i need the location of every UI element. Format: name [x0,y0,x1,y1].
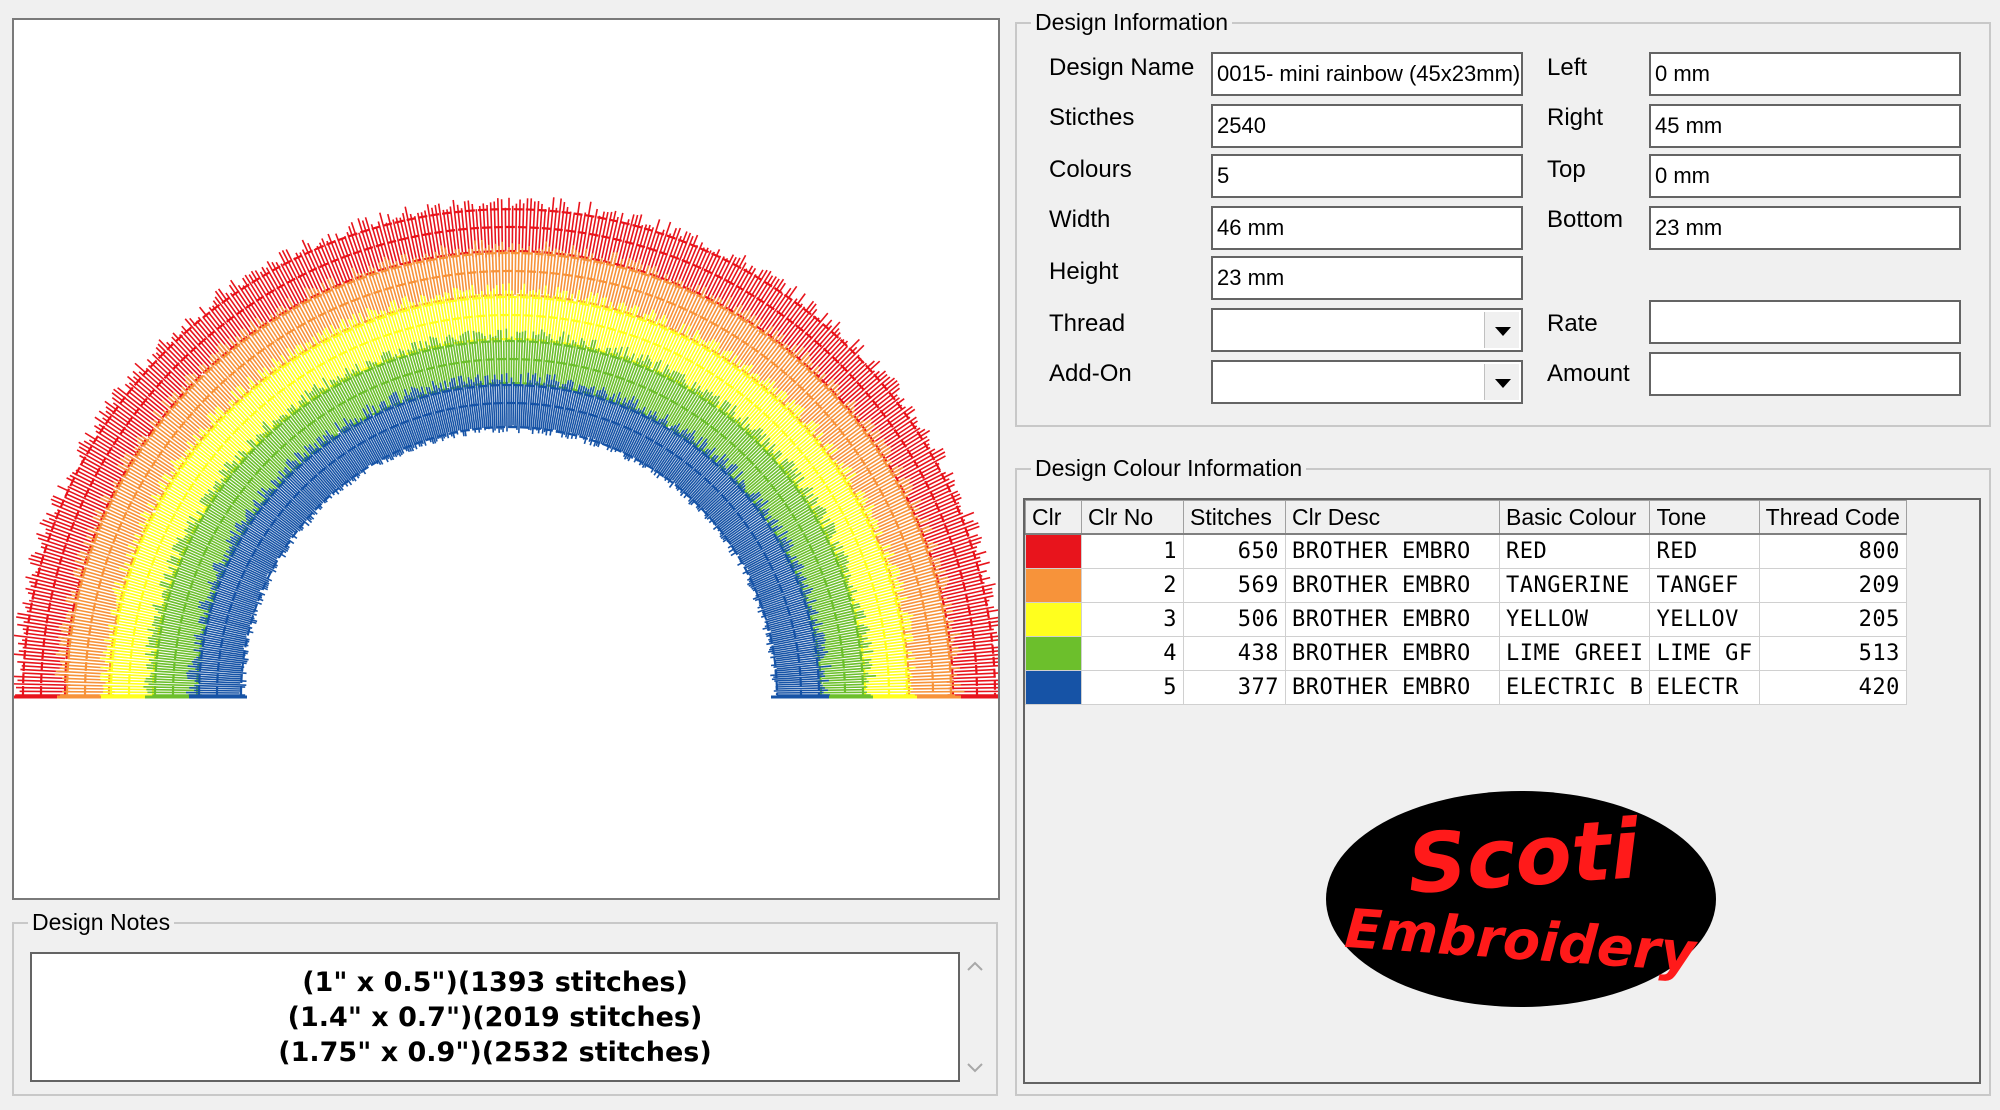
table-row[interactable]: 1 650 BROTHER EMBRO RED RED 800 [1025,533,1907,569]
column-header-clr-desc[interactable]: Clr Desc [1285,500,1500,535]
right-field[interactable]: 45 mm [1649,104,1961,148]
clr-no-cell: 2 [1081,568,1184,603]
design-information-title: Design Information [1031,9,1233,35]
addon-chevron-down-icon[interactable] [1484,364,1519,400]
bottom-field[interactable]: 23 mm [1649,206,1961,250]
tone-cell: TANGEF [1649,568,1760,603]
stitches-cell: 377 [1183,670,1286,705]
width-field[interactable]: 46 mm [1211,206,1523,250]
thread-code-cell: 420 [1758,670,1907,705]
note-line-2: (1.4" x 0.7")(2019 stitches) [287,1001,703,1033]
colour-swatch [1025,636,1082,671]
left-label: Left [1547,54,1588,81]
addon-select[interactable] [1211,360,1523,404]
column-header-tone[interactable]: Tone [1649,500,1760,535]
thread-select[interactable] [1211,308,1523,352]
thread-code-cell: 513 [1758,636,1907,671]
amount-field[interactable] [1649,352,1961,396]
scroll-up-icon[interactable] [966,958,984,976]
clr-desc-cell: BROTHER EMBRO [1285,533,1500,569]
column-header-clr-no[interactable]: Clr No [1081,500,1184,535]
clr-no-cell: 4 [1081,636,1184,671]
colours-field[interactable]: 5 [1211,154,1523,198]
tone-cell: YELLOV [1649,602,1760,637]
width-label: Width [1049,206,1111,233]
addon-label: Add-On [1049,360,1132,387]
basic-colour-cell: ELECTRIC B [1498,670,1651,705]
scroll-down-icon[interactable] [966,1058,984,1076]
thread-code-cell: 800 [1758,533,1907,569]
design-notes-title: Design Notes [28,909,175,935]
colour-swatch [1025,533,1082,569]
design-notes-text[interactable]: (1" x 0.5")(1393 stitches) (1.4" x 0.7")… [30,952,960,1082]
height-label: Height [1049,258,1119,285]
basic-colour-cell: LIME GREEI [1498,636,1651,671]
thread-chevron-down-icon[interactable] [1484,312,1519,348]
colour-swatch [1025,568,1082,603]
clr-desc-cell: BROTHER EMBRO [1285,670,1500,705]
thread-code-cell: 209 [1758,568,1907,603]
height-field[interactable]: 23 mm [1211,256,1523,300]
colour-swatch [1025,602,1082,637]
note-line-1: (1" x 0.5")(1393 stitches) [302,966,688,998]
amount-label: Amount [1547,360,1630,387]
stitches-cell: 438 [1183,636,1286,671]
design-preview [12,18,1000,900]
rainbow-design-image [14,197,998,699]
column-header-stitches[interactable]: Stitches [1183,500,1286,535]
stitches-cell: 569 [1183,568,1286,603]
bottom-label: Bottom [1547,206,1624,233]
design-name-label: Design Name [1049,54,1195,81]
right-label: Right [1547,104,1604,131]
column-header-basic-colour[interactable]: Basic Colour [1498,500,1651,535]
swatch-fill [1026,603,1081,636]
table-header-row: Clr Clr No Stitches Clr Desc Basic Colou… [1025,500,1907,535]
stitches-cell: 650 [1183,533,1286,569]
design-name-field[interactable]: 0015- mini rainbow (45x23mm) [1211,52,1523,96]
thread-code-cell: 205 [1758,602,1907,637]
column-header-thread-code[interactable]: Thread Code [1758,500,1907,535]
table-row[interactable]: 2 569 BROTHER EMBRO TANGERINE TANGEF 209 [1025,568,1907,603]
thread-label: Thread [1049,310,1126,337]
design-information-group: Design Information Design Name Sticthes … [1015,9,1991,427]
stitches-label: Sticthes [1049,104,1135,131]
rate-field[interactable] [1649,300,1961,344]
colour-table: Clr Clr No Stitches Clr Desc Basic Colou… [1025,500,1907,705]
table-row[interactable]: 3 506 BROTHER EMBRO YELLOW YELLOV 205 [1025,602,1907,637]
tone-cell: LIME GF [1649,636,1760,671]
design-notes-group: Design Notes (1" x 0.5")(1393 stitches) … [12,909,998,1096]
basic-colour-cell: YELLOW [1498,602,1651,637]
swatch-fill [1026,637,1081,670]
clr-no-cell: 1 [1081,533,1184,569]
clr-no-cell: 3 [1081,602,1184,637]
swatch-fill [1026,535,1081,568]
logo-line-1: Scoti [1405,802,1644,913]
clr-desc-cell: BROTHER EMBRO [1285,602,1500,637]
notes-scrollbar[interactable] [962,952,988,1082]
clr-desc-cell: BROTHER EMBRO [1285,568,1500,603]
tone-cell: RED [1649,533,1760,569]
scoti-embroidery-logo: Scoti Embroidery [1326,791,1716,1007]
left-field[interactable]: 0 mm [1649,52,1961,96]
top-label: Top [1547,156,1586,183]
table-row[interactable]: 5 377 BROTHER EMBRO ELECTRIC B ELECTR 420 [1025,670,1907,705]
basic-colour-cell: RED [1498,533,1651,569]
top-field[interactable]: 0 mm [1649,154,1961,198]
design-colour-information-title: Design Colour Information [1031,455,1307,481]
column-header-clr[interactable]: Clr [1025,500,1082,535]
table-row[interactable]: 4 438 BROTHER EMBRO LIME GREEI LIME GF 513 [1025,636,1907,671]
colour-swatch [1025,670,1082,705]
design-colour-information-group: Design Colour Information Clr Clr No Sti… [1015,455,1991,1096]
clr-desc-cell: BROTHER EMBRO [1285,636,1500,671]
clr-no-cell: 5 [1081,670,1184,705]
tone-cell: ELECTR [1649,670,1760,705]
colours-label: Colours [1049,156,1132,183]
note-line-3: (1.75" x 0.9")(2532 stitches) [278,1036,712,1068]
rate-label: Rate [1547,310,1598,337]
stitches-cell: 506 [1183,602,1286,637]
basic-colour-cell: TANGERINE [1498,568,1651,603]
swatch-fill [1026,569,1081,602]
stitches-field[interactable]: 2540 [1211,104,1523,148]
swatch-fill [1026,671,1081,704]
